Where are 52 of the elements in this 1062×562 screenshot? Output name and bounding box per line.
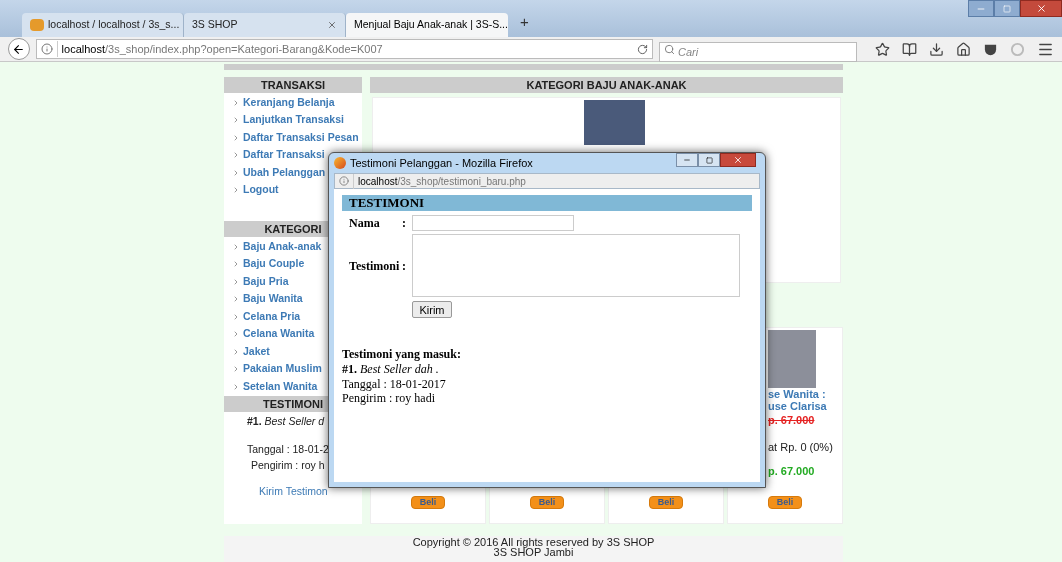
sidebar-link[interactable]: Jaket	[243, 343, 270, 360]
browser-tab[interactable]: Menjual Baju Anak-anak | 3S-S...	[346, 13, 508, 37]
section-header: KATEGORI BAJU ANAK-ANAK	[370, 77, 843, 93]
product-name[interactable]: use Clarisa	[768, 400, 842, 412]
sidebar-link[interactable]: Keranjang Belanja	[243, 94, 335, 111]
testimonial-date: Tanggal : 18-01-2	[246, 442, 330, 458]
buy-button[interactable]: Beli	[411, 496, 445, 509]
tab-title: localhost / localhost / 3s_s...	[48, 17, 180, 33]
sidebar-link[interactable]: Lanjutkan Transaksi	[243, 112, 344, 129]
buy-button[interactable]: Beli	[649, 496, 683, 509]
buy-button[interactable]: Beli	[530, 496, 564, 509]
old-price: p. 67.000	[768, 413, 816, 428]
sidebar-link[interactable]: Celana Wanita	[243, 326, 315, 343]
search-field[interactable]: Cari	[659, 42, 857, 62]
sidebar-link[interactable]: Baju Pria	[243, 273, 289, 290]
tab-title: 3S SHOP	[192, 17, 239, 33]
sidebar-link[interactable]: Ubah Pelanggan	[243, 164, 326, 181]
sidebar-link[interactable]: Setelan Wanita	[243, 378, 318, 395]
colon: :	[402, 257, 407, 275]
sidebar-link[interactable]: Daftar Transaksi Pesan	[243, 129, 359, 146]
footer-text: 3S SHOP Jambi	[492, 547, 575, 557]
list-title: Testimoni yang masuk:	[342, 347, 462, 362]
sidebar-link[interactable]: Daftar Transaksi	[243, 147, 325, 164]
price: p. 67.000	[768, 464, 816, 479]
new-tab-button[interactable]: +	[520, 10, 529, 33]
testimonial-text: #1. Best Seller d	[246, 413, 326, 429]
url-text: localhost/3s_shop/testimoni_baru.php	[353, 173, 526, 189]
section-header: TRANSAKSI	[224, 77, 362, 93]
sidebar-link[interactable]: Celana Pria	[243, 308, 301, 325]
browser-tab[interactable]: localhost / localhost / 3s_s...	[22, 13, 184, 37]
sidebar-link[interactable]: Baju Couple	[243, 256, 305, 273]
colon: :	[402, 214, 407, 232]
testimonial-text: #1. Best Seller dah .	[342, 362, 440, 377]
discount-text: at Rp. 0 (0%)	[768, 439, 834, 455]
send-testimonial-link[interactable]: Kirim Testimon	[224, 483, 362, 500]
address-bar[interactable]: localhost/3s_shop/index.php?open=Kategori-Barang&Kode=K007	[35, 39, 653, 59]
form-heading: TESTIMONI	[342, 195, 752, 211]
testimonial-sender: Pengirim : roy h	[250, 458, 326, 473]
testimonial-date: Tanggal : 18-01-2017	[342, 376, 447, 391]
sidebar-link[interactable]: Logout	[243, 182, 279, 199]
field-label: Testimoni	[348, 257, 401, 275]
product-name[interactable]: se Wanita :	[768, 388, 842, 400]
sidebar-link[interactable]: Pakaian Muslim	[243, 361, 322, 378]
window-title: Testimoni Pelanggan - Mozilla Firefox	[350, 155, 533, 171]
buy-button[interactable]: Beli	[768, 496, 802, 509]
tab-title: Menjual Baju Anak-anak | 3S-S...	[354, 17, 508, 33]
footer-text: Copyright © 2016 All rights reserved by 3S SHOP	[411, 537, 656, 547]
browser-tab[interactable]: 3S SHOP	[184, 13, 346, 37]
submit-button[interactable]: Kirim	[412, 301, 452, 318]
sidebar-link[interactable]: Baju Wanita	[243, 291, 303, 308]
sidebar-link[interactable]: Baju Anak-anak	[243, 238, 322, 255]
url-text: localhost/3s_shop/index.php?open=Kategori-Barang&Kode=K007	[56, 40, 633, 58]
